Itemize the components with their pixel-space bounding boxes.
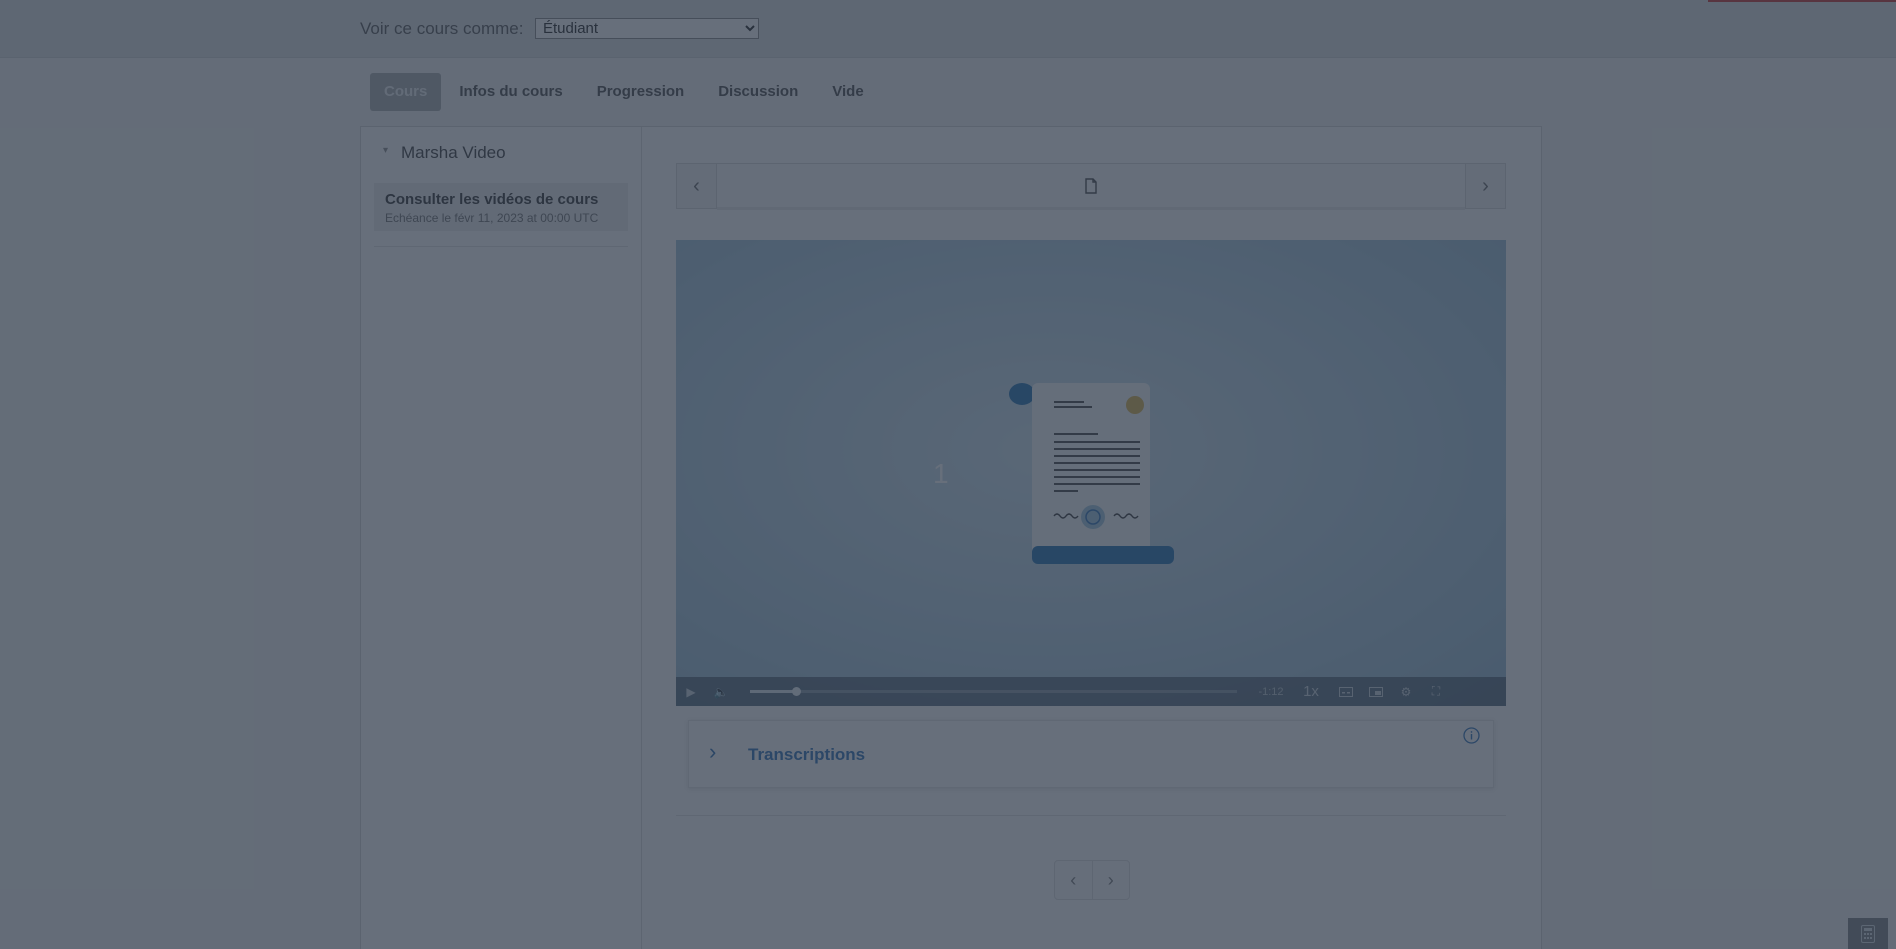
tab-progression[interactable]: Progression — [581, 73, 701, 111]
volume-icon[interactable]: 🔈 — [706, 677, 736, 706]
chevron-right-icon[interactable]: › — [709, 739, 716, 765]
fullscreen-icon[interactable]: ⛶ — [1421, 677, 1451, 706]
video-control-bar: ▶ 🔈 -1:12 1x ⚙ ⛶ — [676, 677, 1506, 706]
view-as-label: Voir ce cours comme: — [360, 19, 524, 38]
video-progress-fill — [750, 690, 797, 693]
chapter-title[interactable]: Marsha Video — [401, 143, 506, 163]
video-progress-bar[interactable] — [750, 687, 1237, 696]
top-accent-line — [1708, 0, 1896, 2]
captions-icon[interactable] — [1331, 677, 1361, 706]
sequence-next-button[interactable]: › — [1465, 164, 1505, 208]
view-as-select[interactable]: Étudiant — [535, 18, 759, 39]
content-divider — [676, 815, 1506, 816]
tab-discussion[interactable]: Discussion — [702, 73, 814, 111]
section-due-date: Echéance le févr 11, 2023 at 00:00 UTC — [385, 211, 599, 225]
course-container: ▾ Marsha Video Consulter les vidéos de c… — [360, 126, 1542, 949]
chevron-down-icon[interactable]: ▾ — [383, 145, 388, 156]
course-tabs: Cours Infos du cours Progression Discuss… — [370, 73, 882, 111]
picture-in-picture-icon[interactable] — [1361, 677, 1391, 706]
calculator-icon — [1861, 924, 1875, 943]
sequence-unit-tab[interactable] — [717, 164, 1465, 210]
tab-infos-du-cours[interactable]: Infos du cours — [443, 73, 578, 111]
info-icon[interactable] — [1463, 727, 1480, 744]
chevron-right-icon: › — [1482, 174, 1489, 197]
preview-bar: Voir ce cours comme: Étudiant — [0, 0, 1896, 58]
video-progress-knob[interactable] — [792, 687, 802, 696]
sidebar-section-item[interactable]: Consulter les vidéos de cours Echéance l… — [374, 183, 628, 231]
sequence-nav: ‹ › — [676, 163, 1506, 210]
bottom-sequence-nav: ‹ › — [1054, 860, 1130, 900]
document-icon — [1085, 178, 1097, 194]
play-icon[interactable]: ▶ — [676, 677, 706, 706]
tab-vide[interactable]: Vide — [816, 73, 879, 111]
video-player[interactable]: 1 ▶ 🔈 -1:12 1x ⚙ ⛶ — [676, 240, 1506, 706]
playback-rate-button[interactable]: 1x — [1291, 683, 1331, 700]
transcriptions-title[interactable]: Transcriptions — [748, 745, 865, 765]
certificate-illustration — [1009, 383, 1174, 564]
bottom-next-button[interactable]: › — [1093, 861, 1130, 899]
settings-gear-icon[interactable]: ⚙ — [1391, 677, 1421, 706]
chevron-right-icon: › — [1107, 869, 1114, 890]
calculator-button[interactable] — [1848, 918, 1888, 949]
slide-number: 1 — [933, 458, 949, 489]
section-title: Consulter les vidéos de cours — [385, 191, 599, 208]
course-sidebar: ▾ Marsha Video Consulter les vidéos de c… — [361, 127, 642, 949]
chevron-left-icon: ‹ — [1070, 869, 1077, 890]
tab-cours[interactable]: Cours — [370, 73, 442, 111]
unit-tab-underline — [717, 207, 1465, 210]
chevron-left-icon: ‹ — [693, 174, 700, 197]
bottom-prev-button[interactable]: ‹ — [1055, 861, 1093, 899]
sequence-prev-button[interactable]: ‹ — [677, 164, 717, 208]
time-remaining: -1:12 — [1258, 685, 1284, 698]
sidebar-divider — [374, 246, 628, 247]
transcriptions-panel[interactable]: › Transcriptions — [688, 720, 1494, 788]
